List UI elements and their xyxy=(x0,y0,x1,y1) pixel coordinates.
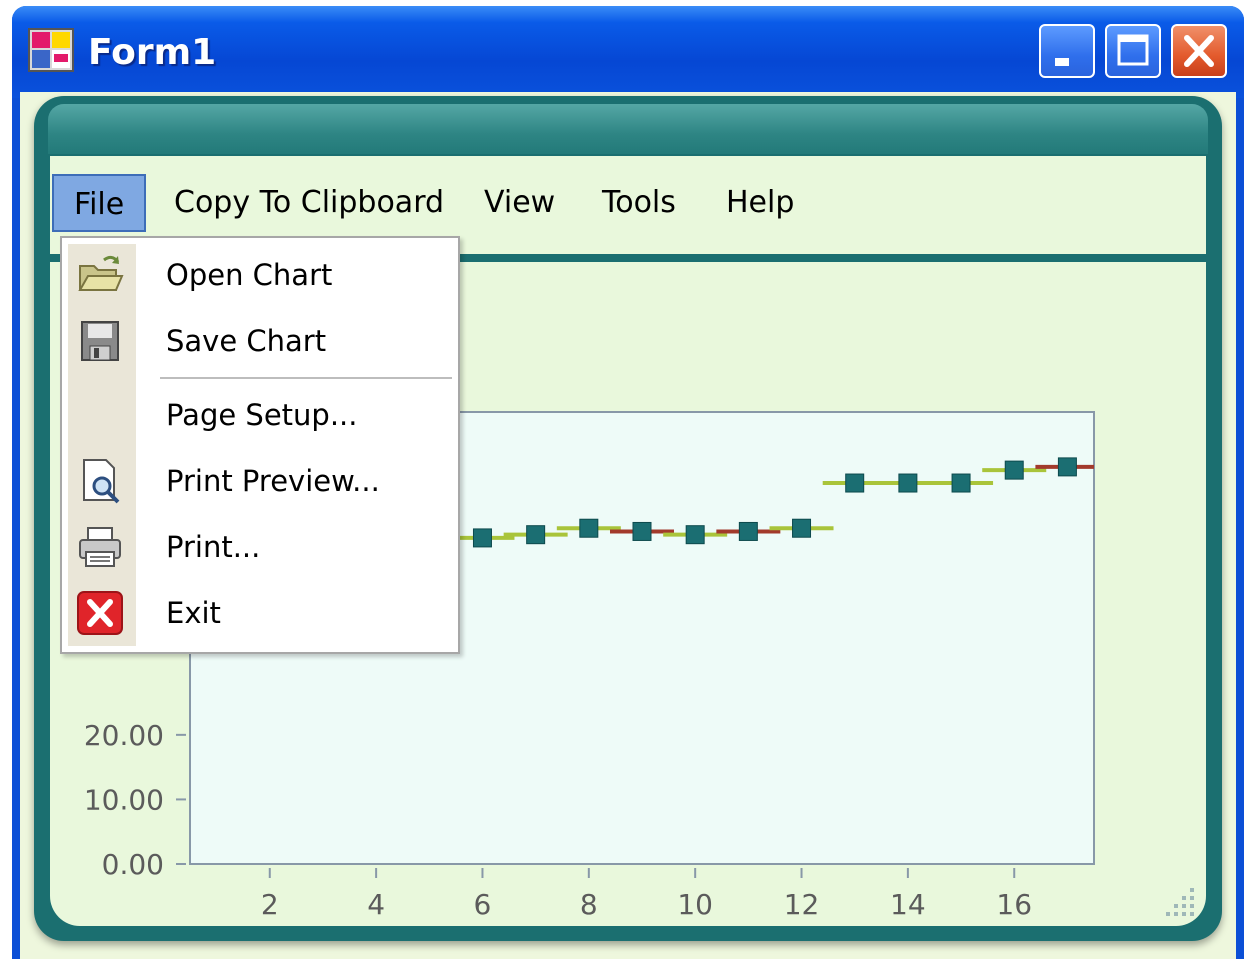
maximize-icon xyxy=(1117,34,1149,66)
file-menu-dropdown: Open Chart Save Chart Page Setup... Prin… xyxy=(60,236,460,654)
data-point-marker xyxy=(685,525,705,545)
floppy-disk-icon xyxy=(81,321,119,361)
data-point-marker xyxy=(632,521,652,541)
data-point-marker xyxy=(579,518,599,538)
menu-item-page-setup[interactable]: Page Setup... xyxy=(62,384,458,446)
menu-separator xyxy=(160,377,452,379)
x-tick-label: 10 xyxy=(677,888,713,921)
title-bar[interactable]: Form1 xyxy=(12,6,1244,98)
y-tick-label: 20.00 xyxy=(84,719,164,752)
data-point-marker xyxy=(898,473,918,493)
x-tick-label: 6 xyxy=(474,888,492,921)
menu-item-print[interactable]: Print... xyxy=(62,516,458,578)
open-folder-icon xyxy=(78,255,124,291)
x-tick-label: 14 xyxy=(890,888,926,921)
menu-item-label: Save Chart xyxy=(166,324,327,358)
x-tick-label: 8 xyxy=(580,888,598,921)
close-icon xyxy=(1184,35,1214,67)
x-tick-label: 4 xyxy=(367,888,385,921)
window-title: Form1 xyxy=(88,32,217,73)
menu-item-label: Open Chart xyxy=(166,258,333,292)
x-tick-label: 16 xyxy=(996,888,1032,921)
minimize-icon xyxy=(1055,58,1069,66)
menu-item-label: Print... xyxy=(166,530,261,564)
data-point-marker xyxy=(472,528,492,548)
skin-header xyxy=(48,104,1208,154)
y-tick-label: 0.00 xyxy=(102,848,164,881)
data-point-marker xyxy=(1004,460,1024,480)
print-preview-icon xyxy=(83,459,120,504)
data-point-marker xyxy=(738,521,758,541)
exit-icon xyxy=(77,591,123,635)
data-point-marker xyxy=(951,473,971,493)
data-point-marker xyxy=(526,525,546,545)
menu-item-label: Page Setup... xyxy=(166,398,358,432)
maximize-button[interactable] xyxy=(1105,24,1161,78)
x-tick-label: 2 xyxy=(261,888,279,921)
x-tick-label: 12 xyxy=(784,888,820,921)
data-point-marker xyxy=(792,518,812,538)
data-point-marker xyxy=(1057,457,1077,477)
resize-grip[interactable] xyxy=(1160,882,1200,922)
data-point-marker xyxy=(845,473,865,493)
menu-item-save-chart[interactable]: Save Chart xyxy=(62,310,458,372)
menu-item-label: Exit xyxy=(166,596,221,630)
app-icon xyxy=(28,28,74,72)
menu-item-open-chart[interactable]: Open Chart xyxy=(62,244,458,306)
menu-item-label: Print Preview... xyxy=(166,464,380,498)
close-button[interactable] xyxy=(1171,24,1227,78)
y-tick-label: 10.00 xyxy=(84,783,164,816)
menu-item-print-preview[interactable]: Print Preview... xyxy=(62,450,458,512)
minimize-button[interactable] xyxy=(1039,24,1095,78)
menu-item-exit[interactable]: Exit xyxy=(62,582,458,644)
printer-icon xyxy=(79,527,121,567)
